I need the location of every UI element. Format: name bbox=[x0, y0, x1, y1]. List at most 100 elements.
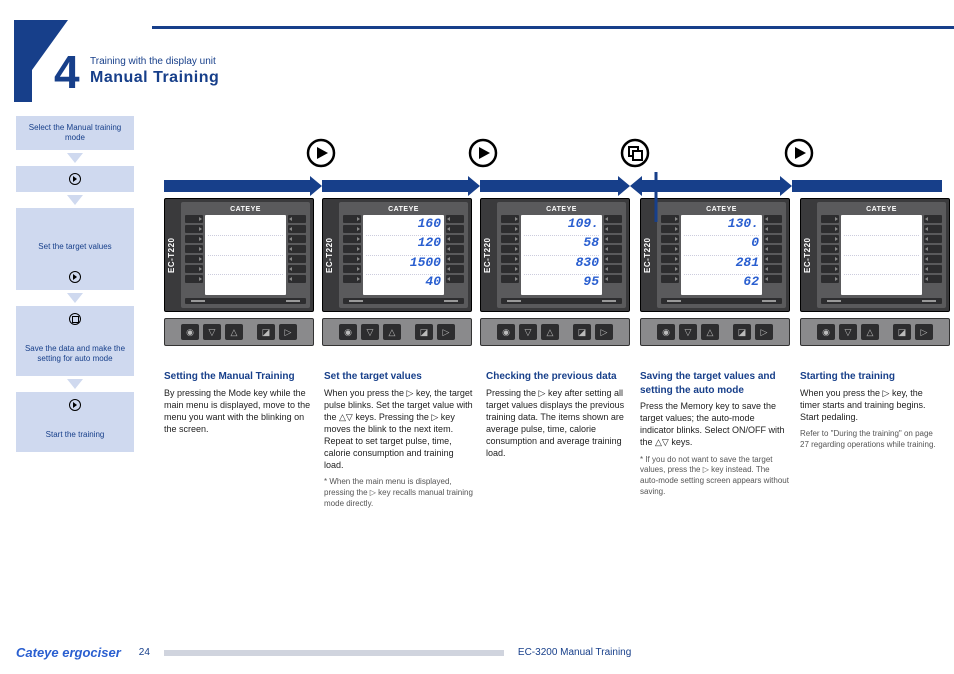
sidebar-step-icon bbox=[16, 264, 134, 290]
panel-button[interactable]: ▷ bbox=[915, 324, 933, 340]
device-lcd bbox=[205, 215, 286, 295]
device-brand: CATEYE bbox=[185, 206, 306, 213]
device-unit: EC-T220 CATEYE ◉▽△ ◪▷ bbox=[164, 198, 314, 346]
step-caption: Set the target values When you press the … bbox=[324, 370, 474, 510]
panel-button[interactable]: ◪ bbox=[257, 324, 275, 340]
panel-button[interactable]: ▽ bbox=[839, 324, 857, 340]
down-arrow-icon bbox=[67, 293, 83, 303]
step-caption: Setting the Manual Training By pressing t… bbox=[164, 370, 314, 435]
play-icon bbox=[69, 399, 81, 411]
device-brand: CATEYE bbox=[821, 206, 942, 213]
panel-button[interactable]: ◉ bbox=[497, 324, 515, 340]
sidebar-step-icon bbox=[16, 392, 134, 418]
sidebar-step-label: Set the target values bbox=[38, 242, 111, 252]
panel-button[interactable]: △ bbox=[541, 324, 559, 340]
flow-icon-row bbox=[0, 138, 954, 170]
chapter-number-graphic: 4 bbox=[8, 20, 80, 102]
svg-text:4: 4 bbox=[54, 46, 80, 98]
header-suptitle: Training with the display unit bbox=[90, 55, 219, 68]
device-lcd: 160120150040 bbox=[363, 215, 444, 295]
device-model-label: EC-T220 bbox=[167, 205, 179, 305]
caption-title: Saving the target values and setting the… bbox=[640, 370, 790, 397]
caption-title: Setting the Manual Training bbox=[164, 370, 314, 384]
device-model-label: EC-T220 bbox=[483, 205, 495, 305]
page-number: 24 bbox=[139, 647, 150, 658]
caption-title: Starting the training bbox=[800, 370, 940, 384]
panel-button[interactable]: ▽ bbox=[203, 324, 221, 340]
footer-bar bbox=[164, 650, 504, 656]
sidebar-step: Save the data and make the setting for a… bbox=[16, 332, 134, 376]
device-row: EC-T220CATEYE ◉▽△◪▷EC-T220CATEYE16012015… bbox=[164, 198, 954, 346]
play-icon bbox=[69, 173, 81, 185]
sidebar-step: Start the training bbox=[16, 418, 134, 452]
play-icon bbox=[784, 138, 814, 168]
device-button-panel: ◉▽△ ◪▷ bbox=[322, 318, 472, 346]
device-model-label: EC-T220 bbox=[325, 205, 337, 305]
sidebar-step: Set the target values bbox=[16, 230, 134, 264]
device-lcd: 130.028162 bbox=[681, 215, 762, 295]
sidebar-step-label: Start the training bbox=[46, 430, 105, 440]
device-lcd bbox=[841, 215, 922, 295]
caption-title: Checking the previous data bbox=[486, 370, 636, 384]
caption-note: * When the main menu is displayed, press… bbox=[324, 477, 474, 509]
flow-arrow-strip bbox=[164, 176, 954, 196]
brand-logo: Cateye ergociser bbox=[16, 645, 121, 660]
caption-title: Set the target values bbox=[324, 370, 474, 384]
header-rule bbox=[152, 26, 954, 29]
device-model-label: EC-T220 bbox=[803, 205, 815, 305]
sidebar-spacer bbox=[16, 208, 134, 230]
panel-button[interactable]: ◉ bbox=[181, 324, 199, 340]
panel-button[interactable]: △ bbox=[861, 324, 879, 340]
panel-button[interactable]: ▷ bbox=[755, 324, 773, 340]
step-caption: Checking the previous data Pressing the ▷… bbox=[486, 370, 636, 459]
caption-body: By pressing the Mode key while the main … bbox=[164, 387, 314, 436]
panel-button[interactable]: ▷ bbox=[279, 324, 297, 340]
down-arrow-icon bbox=[67, 195, 83, 205]
device-lcd: 109.5883095 bbox=[521, 215, 602, 295]
panel-button[interactable]: ▷ bbox=[595, 324, 613, 340]
panel-button[interactable]: △ bbox=[701, 324, 719, 340]
device-unit: EC-T220 CATEYE 109.5883095 ◉▽△ ◪▷ bbox=[480, 198, 630, 346]
page-footer: Cateye ergociser 24 EC-3200 Manual Train… bbox=[16, 645, 938, 660]
play-icon bbox=[69, 271, 81, 283]
device-unit: EC-T220 CATEYE 160120150040 ◉▽△ ◪▷ bbox=[322, 198, 472, 346]
caption-body: When you press the ▷ key, the target pul… bbox=[324, 387, 474, 472]
panel-button[interactable]: ▽ bbox=[361, 324, 379, 340]
device-brand: CATEYE bbox=[343, 206, 464, 213]
caption-body: Pressing the ▷ key after setting all tar… bbox=[486, 387, 636, 460]
play-icon bbox=[306, 138, 336, 168]
device-brand: CATEYE bbox=[501, 206, 622, 213]
step-caption: Saving the target values and setting the… bbox=[640, 370, 790, 498]
panel-button[interactable]: ◪ bbox=[573, 324, 591, 340]
panel-button[interactable]: △ bbox=[225, 324, 243, 340]
device-brand: CATEYE bbox=[661, 206, 782, 213]
device-unit: EC-T220 CATEYE ◉▽△ ◪▷ bbox=[800, 198, 950, 346]
header-title: Manual Training bbox=[90, 68, 219, 89]
panel-button[interactable]: ◪ bbox=[415, 324, 433, 340]
panel-button[interactable]: ◪ bbox=[893, 324, 911, 340]
caption-body: Press the Memory key to save the target … bbox=[640, 400, 790, 449]
sidebar-step-icon bbox=[16, 306, 134, 332]
panel-button[interactable]: ▽ bbox=[519, 324, 537, 340]
panel-button[interactable]: ◉ bbox=[817, 324, 835, 340]
branch-arrow-icon bbox=[636, 172, 676, 372]
play-icon bbox=[468, 138, 498, 168]
device-button-panel: ◉▽△ ◪▷ bbox=[480, 318, 630, 346]
sidebar-step-label: Save the data and make the setting for a… bbox=[20, 344, 130, 364]
device-button-panel: ◉▽△ ◪▷ bbox=[164, 318, 314, 346]
panel-button[interactable]: ▽ bbox=[679, 324, 697, 340]
caption-body: When you press the ▷ key, the timer star… bbox=[800, 387, 940, 423]
memo-icon bbox=[69, 313, 81, 325]
device-button-panel: ◉▽△ ◪▷ bbox=[800, 318, 950, 346]
step-caption: Starting the training When you press the … bbox=[800, 370, 940, 451]
page-header: Training with the display unit Manual Tr… bbox=[90, 55, 219, 89]
memo-icon bbox=[620, 138, 650, 168]
panel-button[interactable]: ▷ bbox=[437, 324, 455, 340]
panel-button[interactable]: ◉ bbox=[339, 324, 357, 340]
caption-note: * If you do not want to save the target … bbox=[640, 455, 790, 498]
down-arrow-icon bbox=[67, 379, 83, 389]
footer-text: EC-3200 Manual Training bbox=[518, 647, 631, 658]
panel-button[interactable]: ◪ bbox=[733, 324, 751, 340]
panel-button[interactable]: △ bbox=[383, 324, 401, 340]
caption-note: Refer to "During the training" on page 2… bbox=[800, 429, 940, 451]
